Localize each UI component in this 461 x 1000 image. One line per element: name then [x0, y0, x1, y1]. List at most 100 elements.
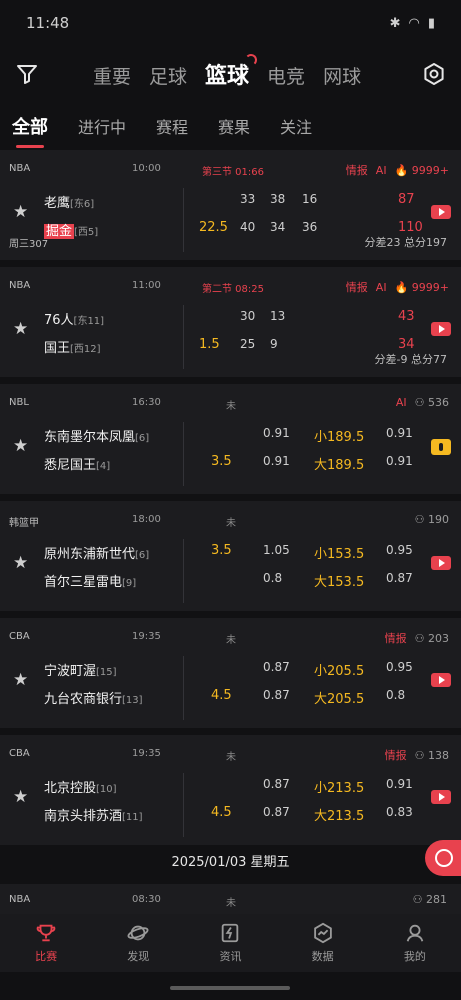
news-icon — [222, 923, 239, 943]
nav-label: 比赛 — [35, 950, 58, 963]
video-stream-icon[interactable] — [431, 673, 451, 687]
sport-tab[interactable]: 重要 — [93, 62, 131, 89]
video-stream-icon[interactable] — [431, 205, 451, 219]
planet-icon — [127, 925, 149, 941]
nav-label: 数据 — [311, 950, 334, 963]
match-league: NBA — [9, 894, 31, 905]
subtab[interactable]: 全部 — [12, 113, 48, 148]
match-state: 未 — [226, 401, 236, 412]
nav-trophy[interactable]: 比赛 — [16, 922, 76, 964]
intel-tag[interactable]: 情报 — [346, 162, 368, 178]
match-card[interactable]: NBL 16:30 未 AI ⚇ 536 ★ 东南墨尔本凤凰[6] 悉尼国王[4] 3.5 0.9… — [0, 384, 461, 494]
match-card[interactable]: CBA 19:35 未 情报 ⚇ 138 ★ 北京控股[10] 南京头排苏酒[11] 4.5 0.… — [0, 735, 461, 845]
quarter-score: 33 — [240, 192, 256, 206]
match-time: 16:30 — [132, 397, 161, 408]
video-stream-icon[interactable] — [431, 322, 451, 336]
floating-globe-button[interactable] — [425, 840, 461, 876]
total-score: 34 — [398, 337, 415, 352]
sport-tab[interactable]: 篮球 — [205, 54, 258, 90]
team-rank: [东6] — [70, 199, 95, 210]
ai-tag[interactable]: AI — [376, 164, 387, 177]
hot-count: 🔥 9999+ — [394, 280, 449, 294]
odds-value: 0.8 — [386, 688, 406, 702]
handicap-value: 3.5 — [211, 454, 232, 469]
intel-tag[interactable]: 情报 — [385, 630, 407, 646]
match-card[interactable]: NBA 10:00 第三节 01:66 情报 AI 🔥 9999+ ★ 老鹰[东6] 掘金 [西5… — [0, 150, 461, 260]
away-team: 掘金 [西5] — [44, 220, 98, 239]
quarter-score: 9 — [270, 337, 278, 351]
subtab[interactable]: 赛程 — [156, 114, 188, 138]
odds-value: 0.8 — [263, 571, 283, 585]
nav-chart[interactable]: 数据 — [293, 922, 353, 964]
total-score: 87 — [398, 192, 415, 207]
hot-count: 🔥 9999+ — [394, 163, 449, 177]
ai-tag[interactable]: AI — [396, 396, 407, 409]
total-score: 43 — [398, 309, 415, 324]
match-list: NBA 10:00 第三节 01:66 情报 AI 🔥 9999+ ★ 老鹰[东6] 掘金 [西5… — [0, 150, 461, 852]
audio-stream-icon[interactable] — [431, 439, 451, 455]
team-rank: [6] — [135, 433, 150, 444]
favorite-star-icon[interactable]: ★ — [13, 787, 28, 807]
intel-tag[interactable]: 情报 — [385, 747, 407, 763]
odds-value: 0.91 — [386, 454, 413, 468]
odds-value: 0.87 — [263, 688, 290, 702]
ai-tag[interactable]: AI — [376, 281, 387, 294]
nav-profile[interactable]: 我的 — [385, 922, 445, 964]
match-card[interactable]: CBA 19:35 未 情报 ⚇ 203 ★ 宁波町渥[15] 九台农商银行[13] 4.5 0.… — [0, 618, 461, 728]
team-name: 南京头排苏酒 — [44, 809, 123, 824]
fire-icon: 🔥 — [394, 163, 409, 177]
home-team: 老鹰[东6] — [44, 192, 94, 211]
filter-icon[interactable] — [15, 62, 39, 86]
favorite-star-icon[interactable]: ★ — [13, 670, 28, 690]
favorite-star-icon[interactable]: ★ — [13, 319, 28, 339]
subtab[interactable]: 进行中 — [78, 114, 126, 138]
profile-icon — [406, 924, 424, 942]
over-under: 大205.5 — [314, 692, 365, 707]
user-icon: ⚇ — [414, 631, 428, 645]
match-card[interactable]: 韩篮甲 18:00 未 ⚇ 190 ★ 原州东浦新世代[6] 首尔三星雷电[9] 3.5 1.0… — [0, 501, 461, 611]
nav-label: 发现 — [127, 950, 150, 963]
score-summary: 分差23 总分197 — [364, 236, 448, 249]
match-league: 韩篮甲 — [9, 518, 39, 529]
team-rank: [6] — [135, 550, 150, 561]
match-time: 19:35 — [132, 748, 161, 759]
match-tags: ⚇ 190 — [415, 513, 449, 526]
match-time: 11:00 — [132, 280, 161, 291]
over-under: 大213.5 — [314, 809, 365, 824]
nav-news[interactable]: 资讯 — [200, 922, 260, 964]
match-time: 08:30 — [132, 894, 161, 905]
divider — [183, 305, 184, 369]
video-stream-icon[interactable] — [431, 556, 451, 570]
nav-planet[interactable]: 发现 — [108, 922, 168, 964]
intel-tag[interactable]: 情报 — [346, 279, 368, 295]
team-name: 原州东浦新世代 — [44, 547, 136, 562]
quarter-score: 34 — [270, 220, 286, 234]
video-stream-icon[interactable] — [431, 790, 451, 804]
match-tags: 情报 AI 🔥 9999+ — [346, 279, 449, 295]
favorite-star-icon[interactable]: ★ — [13, 553, 28, 573]
divider — [183, 656, 184, 720]
favorite-star-icon[interactable]: ★ — [13, 436, 28, 456]
team-rank: [9] — [122, 578, 137, 589]
handicap-value: 1.5 — [199, 337, 220, 352]
match-tags: 情报 ⚇ 203 — [385, 630, 449, 646]
match-code: 周三307 — [9, 239, 49, 250]
sport-tab[interactable]: 网球 — [323, 62, 361, 89]
subtab[interactable]: 赛果 — [218, 114, 250, 138]
viewer-count: ⚇ 190 — [414, 513, 449, 526]
sport-tab[interactable]: 电竞 — [267, 62, 305, 89]
sport-tab[interactable]: 足球 — [149, 62, 187, 89]
settings-icon[interactable] — [422, 62, 446, 86]
match-card-peek[interactable]: NBA 08:30 未 ⚇ 281 — [0, 884, 461, 914]
viewer-count: ⚇ 138 — [414, 748, 449, 762]
status-bar: 11:48 ✱ ◠ ▮ — [0, 0, 461, 46]
match-time: 10:00 — [132, 163, 161, 174]
team-name: 76人 — [44, 313, 74, 328]
favorite-star-icon[interactable]: ★ — [13, 202, 28, 222]
chart-icon — [313, 922, 332, 944]
match-card[interactable]: NBA 11:00 第二节 08:25 情报 AI 🔥 9999+ ★ 76人[东11] 国王[… — [0, 267, 461, 377]
team-name: 九台农商银行 — [44, 692, 123, 707]
subtab[interactable]: 关注 — [280, 114, 312, 138]
away-team: 九台农商银行[13] — [44, 688, 143, 707]
quarter-score: 36 — [302, 220, 318, 234]
